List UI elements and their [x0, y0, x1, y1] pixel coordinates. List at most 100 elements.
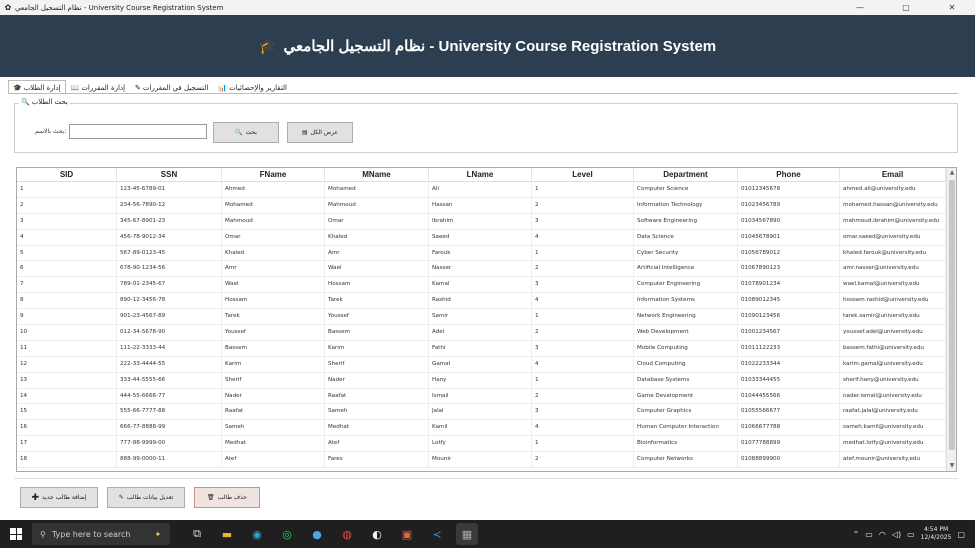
- cell-fname[interactable]: Youssef: [222, 325, 325, 340]
- cell-level[interactable]: 2: [532, 261, 634, 277]
- cell-mname[interactable]: Omar: [325, 213, 429, 229]
- cell-email[interactable]: ahmed.ali@university.edu: [840, 182, 946, 197]
- cell-ssn[interactable]: 444-55-6666-77: [117, 388, 222, 404]
- cell-lname[interactable]: Gamal: [429, 356, 532, 372]
- cell-department[interactable]: Computer Engineering: [634, 277, 738, 293]
- column-header-email[interactable]: Email: [840, 168, 946, 181]
- cell-department[interactable]: Data Science: [634, 229, 738, 245]
- column-header-lname[interactable]: LName: [429, 168, 532, 181]
- cell-sid[interactable]: 4: [17, 229, 117, 245]
- table-row[interactable]: 7 789-01-2345-67 Wael Hossam Kamal 3 Computer …: [17, 277, 956, 294]
- chevron-up-icon[interactable]: ⌃: [853, 530, 860, 539]
- cell-phone[interactable]: 01012345678: [738, 182, 840, 197]
- maximize-button[interactable]: ▢: [883, 0, 929, 15]
- cell-ssn[interactable]: 234-56-7890-12: [117, 197, 222, 213]
- cell-email[interactable]: karim.gamal@university.edu: [840, 356, 946, 372]
- table-row[interactable]: 10 012-34-5678-90 Youssef Bassem Adel 2 Web De…: [17, 325, 956, 341]
- search-button[interactable]: 🔍 بحث: [213, 122, 279, 143]
- table-row[interactable]: 1 123-45-6789-01 Ahmed Mohamed Ali 1 Computer …: [17, 182, 956, 198]
- cell-department[interactable]: Software Engineering: [634, 213, 738, 229]
- cell-mname[interactable]: Karim: [325, 340, 429, 356]
- cell-fname[interactable]: Mahmoud: [222, 213, 325, 229]
- table-row[interactable]: 18 888-99-0000-11 Atef Fares Mounir 2 Computer…: [17, 452, 956, 469]
- cell-lname[interactable]: Kamil: [429, 420, 532, 436]
- delete-student-button[interactable]: 🗑 حذف طالب: [194, 487, 260, 508]
- cell-level[interactable]: 3: [532, 277, 634, 293]
- cell-lname[interactable]: Ali: [429, 182, 532, 197]
- cell-phone[interactable]: 01067890123: [738, 261, 840, 277]
- cell-department[interactable]: Computer Science: [634, 182, 738, 197]
- edit-student-button[interactable]: ✎ تعديل بيانات طالب: [107, 487, 185, 508]
- table-row[interactable]: 5 567-89-0123-45 Khaled Amr Farouk 1 Cyber Sec…: [17, 245, 956, 262]
- cell-ssn[interactable]: 123-45-6789-01: [117, 182, 222, 197]
- cell-phone[interactable]: 01022233344: [738, 356, 840, 372]
- tab-registration[interactable]: ✎ التسجيل في المقررات: [130, 80, 213, 94]
- cell-mname[interactable]: Raafat: [325, 388, 429, 404]
- table-row[interactable]: 9 901-23-4567-89 Tarek Youssef Samir 1 Network…: [17, 309, 956, 326]
- cell-phone[interactable]: 01056789012: [738, 245, 840, 261]
- cell-lname[interactable]: Ismail: [429, 388, 532, 404]
- cell-lname[interactable]: Lotfy: [429, 436, 532, 452]
- cell-email[interactable]: youssef.adel@university.edu: [840, 325, 946, 340]
- cell-phone[interactable]: 01078901234: [738, 277, 840, 293]
- running-app-icon[interactable]: ▦: [456, 523, 478, 545]
- cell-lname[interactable]: Rashid: [429, 293, 532, 309]
- cell-email[interactable]: atef.mounir@university.edu: [840, 452, 946, 468]
- cell-ssn[interactable]: 789-01-2345-67: [117, 277, 222, 293]
- cell-department[interactable]: Artificial Intelligence: [634, 261, 738, 277]
- cell-level[interactable]: 3: [532, 404, 634, 420]
- cell-mname[interactable]: Sameh: [325, 404, 429, 420]
- cell-mname[interactable]: Nader: [325, 372, 429, 388]
- edge-browser-icon[interactable]: ◉: [246, 523, 268, 545]
- table-row[interactable]: 4 456-78-9012-34 Omar Khaled Saeed 4 Data Scie…: [17, 229, 956, 246]
- vertical-scrollbar[interactable]: ▲ ▼: [946, 168, 956, 471]
- scroll-down-icon[interactable]: ▼: [947, 461, 956, 471]
- cell-fname[interactable]: Nader: [222, 388, 325, 404]
- cell-mname[interactable]: Sherif: [325, 356, 429, 372]
- cell-mname[interactable]: Atef: [325, 436, 429, 452]
- cell-phone[interactable]: 01066677788: [738, 420, 840, 436]
- cell-level[interactable]: 1: [532, 245, 634, 261]
- table-row[interactable]: 15 555-66-7777-88 Raafat Sameh Jalal 3 Compute…: [17, 404, 956, 421]
- cell-lname[interactable]: Samir: [429, 309, 532, 325]
- cell-lname[interactable]: Hassan: [429, 197, 532, 213]
- cell-mname[interactable]: Medhat: [325, 420, 429, 436]
- cell-mname[interactable]: Wael: [325, 261, 429, 277]
- cell-department[interactable]: Network Engineering: [634, 309, 738, 325]
- minimize-button[interactable]: —: [837, 0, 883, 15]
- cell-lname[interactable]: Adel: [429, 325, 532, 340]
- taskbar-search[interactable]: ⚲ Type here to search ✦: [32, 523, 170, 545]
- cell-email[interactable]: mohamed.hassan@university.edu: [840, 197, 946, 213]
- cell-email[interactable]: sameh.kamil@university.edu: [840, 420, 946, 436]
- cell-ssn[interactable]: 012-34-5678-90: [117, 325, 222, 340]
- cell-email[interactable]: medhat.lotfy@university.edu: [840, 436, 946, 452]
- cell-mname[interactable]: Khaled: [325, 229, 429, 245]
- cell-sid[interactable]: 13: [17, 372, 117, 388]
- cell-level[interactable]: 2: [532, 452, 634, 468]
- cell-email[interactable]: wael.kamal@university.edu: [840, 277, 946, 293]
- cell-sid[interactable]: 10: [17, 325, 117, 340]
- pdf-reader-icon[interactable]: ◐: [366, 523, 388, 545]
- cell-sid[interactable]: 12: [17, 356, 117, 372]
- cell-department[interactable]: Cloud Computing: [634, 356, 738, 372]
- battery-icon[interactable]: ▭: [907, 530, 915, 539]
- table-row[interactable]: 3 345-67-8901-23 Mahmoud Omar Ibrahim 3 Softwa…: [17, 213, 956, 230]
- table-row[interactable]: 16 666-77-8888-99 Sameh Medhat Kamil 4 Human C…: [17, 420, 956, 437]
- cell-fname[interactable]: Mohamed: [222, 197, 325, 213]
- cell-email[interactable]: khaled.farouk@university.edu: [840, 245, 946, 261]
- cell-sid[interactable]: 15: [17, 404, 117, 420]
- cell-level[interactable]: 4: [532, 293, 634, 309]
- notifications-icon[interactable]: ▢: [957, 530, 965, 539]
- cell-department[interactable]: Information Systems: [634, 293, 738, 309]
- cell-ssn[interactable]: 555-66-7777-88: [117, 404, 222, 420]
- cell-mname[interactable]: Hossam: [325, 277, 429, 293]
- cell-level[interactable]: 4: [532, 229, 634, 245]
- cell-ssn[interactable]: 901-23-4567-89: [117, 309, 222, 325]
- cell-phone[interactable]: 01023456789: [738, 197, 840, 213]
- cell-phone[interactable]: 01088899900: [738, 452, 840, 468]
- task-view-icon[interactable]: ⧉: [186, 523, 208, 545]
- table-row[interactable]: 11 111-22-3333-44 Bassem Karim Fathi 3 Mobile …: [17, 340, 956, 357]
- table-row[interactable]: 17 777-88-9999-00 Medhat Atef Lotfy 1 Bioinfor…: [17, 436, 956, 453]
- cell-ssn[interactable]: 666-77-8888-99: [117, 420, 222, 436]
- cell-level[interactable]: 2: [532, 388, 634, 404]
